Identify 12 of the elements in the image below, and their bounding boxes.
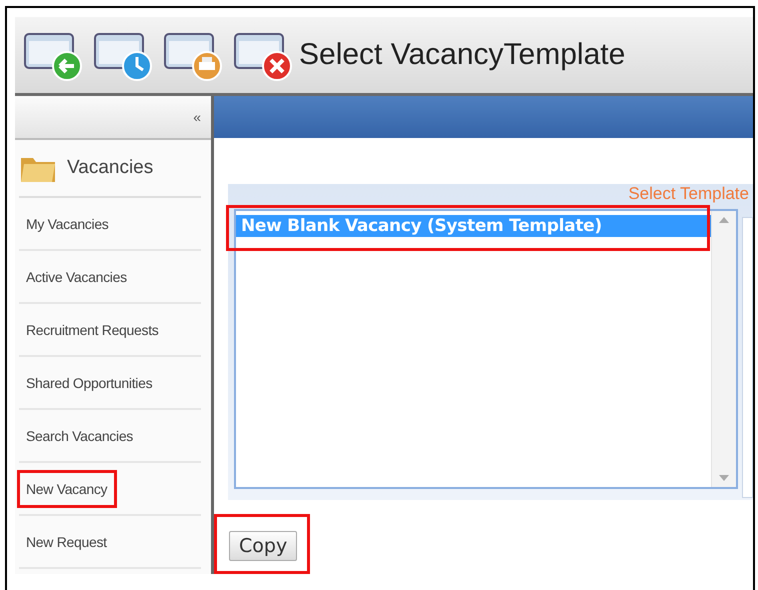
sidebar-link[interactable]: New Request: [26, 534, 107, 550]
sidebar-link[interactable]: Recruitment Requests: [26, 322, 159, 338]
window-title: Select VacancyTemplate: [299, 38, 626, 72]
section-title: Vacancies: [67, 157, 154, 179]
copy-button[interactable]: Copy: [229, 531, 298, 561]
sidebar-link[interactable]: Active Vacancies: [26, 268, 127, 284]
sidebar-link[interactable]: My Vacancies: [26, 216, 109, 232]
sidebar-link[interactable]: New Vacancy: [26, 480, 108, 496]
sidebar-link[interactable]: Search Vacancies: [26, 428, 134, 444]
sidebar-link[interactable]: Shared Opportunities: [26, 374, 152, 390]
panel-label: Select Template: [628, 184, 749, 203]
collapse-button[interactable]: «: [193, 109, 201, 125]
